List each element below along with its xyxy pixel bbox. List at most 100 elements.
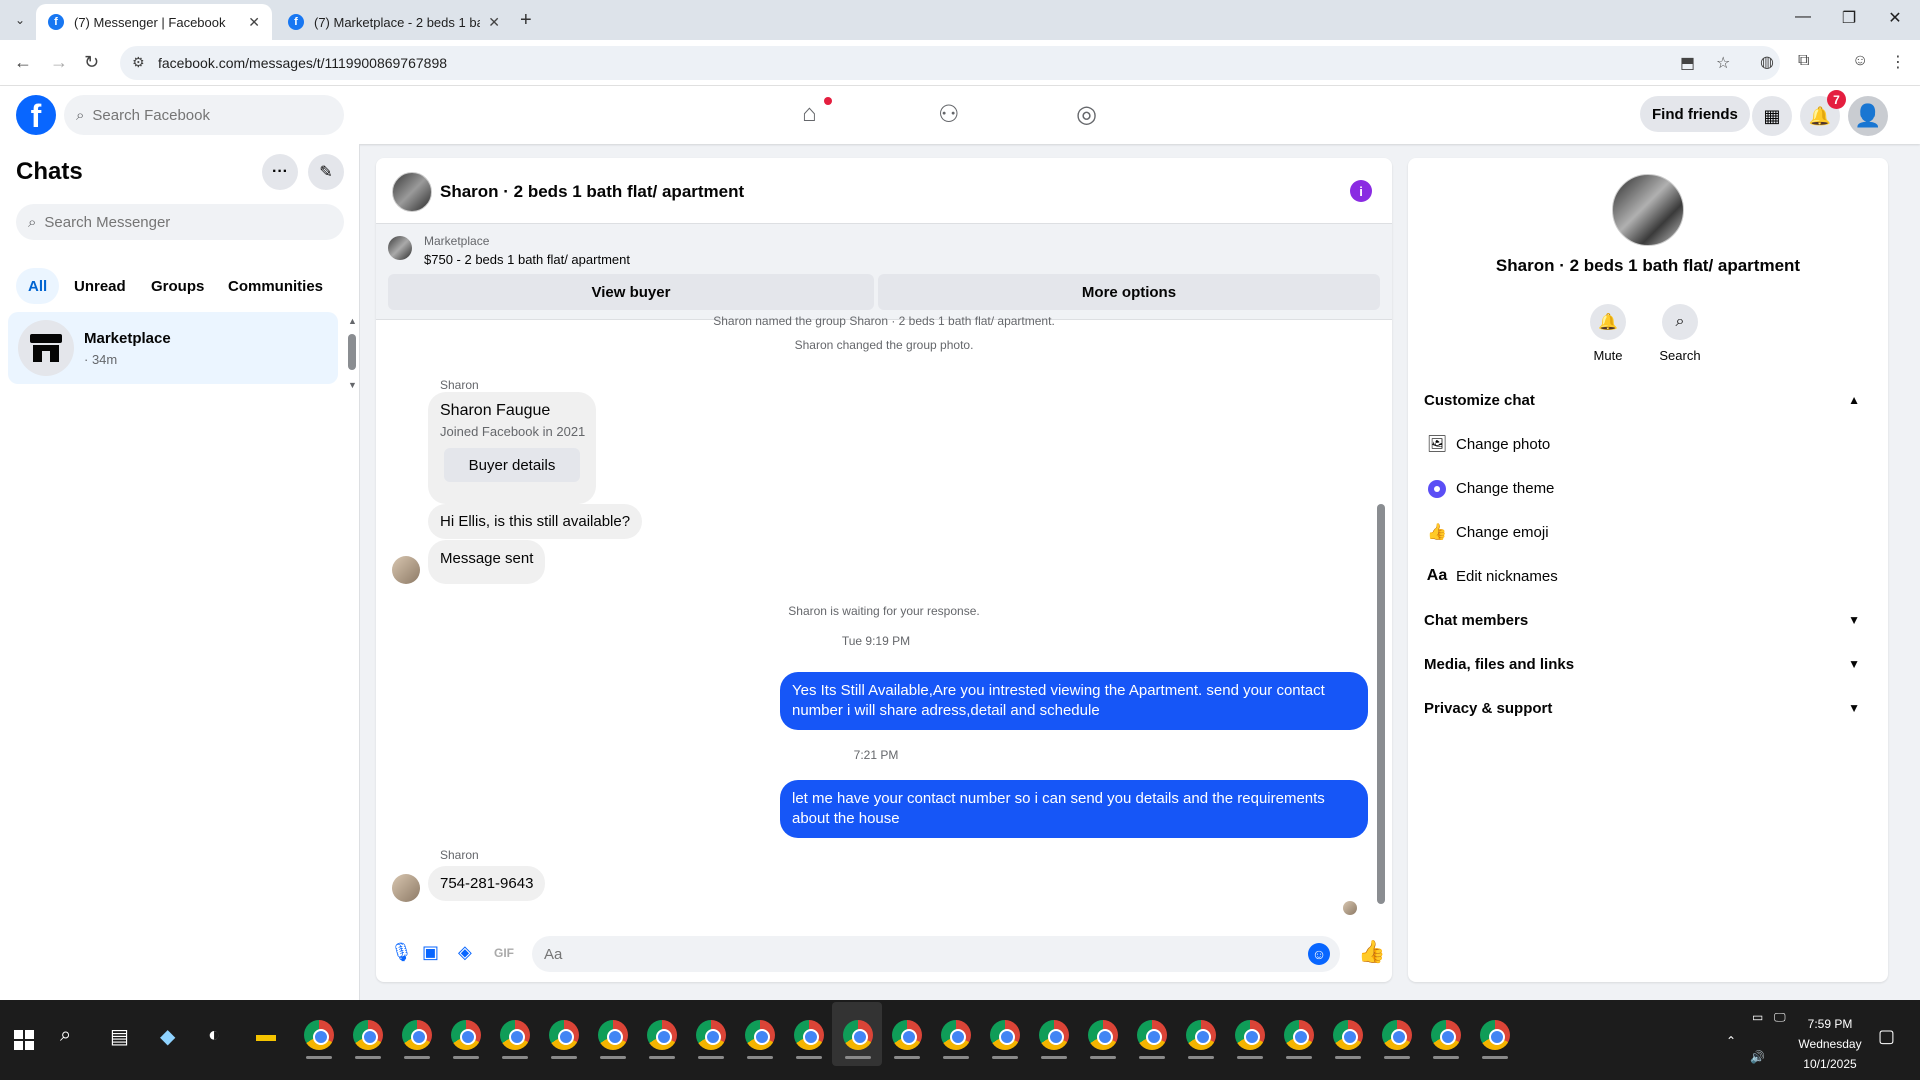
view-buyer-button[interactable]: View buyer	[388, 274, 874, 310]
account-avatar[interactable]: 👤	[1848, 96, 1888, 136]
facebook-logo[interactable]: f	[16, 95, 56, 135]
photo-icon[interactable]: ▣	[422, 942, 439, 963]
incoming-message[interactable]: 754-281-9643	[428, 866, 546, 901]
chrome-taskbar-icon[interactable]	[549, 1020, 579, 1050]
search-icon[interactable]: ⌕	[60, 1024, 71, 1047]
chrome-taskbar-icon[interactable]	[304, 1020, 334, 1050]
sender-avatar[interactable]	[392, 556, 420, 584]
sidebar-scrollbar[interactable]: ▲ ▼	[348, 316, 357, 516]
more-options-icon[interactable]: ···	[262, 154, 298, 190]
chrome-taskbar-icon[interactable]	[353, 1020, 383, 1050]
chrome-taskbar-icon[interactable]	[598, 1020, 628, 1050]
edit-nicknames-option[interactable]: Aa Edit nicknames	[1424, 558, 1872, 594]
chrome-taskbar-icon[interactable]	[1431, 1020, 1461, 1050]
groups-icon[interactable]: ◎	[1076, 100, 1097, 129]
info-icon[interactable]: i	[1350, 180, 1372, 202]
conversation-title[interactable]: Sharon · 2 beds 1 bath flat/ apartment	[440, 182, 744, 202]
change-emoji-option[interactable]: 👍 Change emoji	[1424, 514, 1872, 550]
search-action[interactable]: ⌕ Search	[1650, 304, 1710, 363]
page-scrollbar[interactable]	[1906, 92, 1918, 1000]
chrome-taskbar-icon[interactable]	[1088, 1020, 1118, 1050]
incoming-message[interactable]: Message sent	[428, 540, 546, 584]
change-theme-option[interactable]: Change theme	[1424, 470, 1872, 506]
minimize-button[interactable]: —	[1780, 8, 1826, 26]
translate-icon[interactable]: ◍	[1760, 52, 1774, 72]
messenger-search-input[interactable]	[44, 213, 325, 231]
change-photo-option[interactable]: 🖼 Change photo	[1424, 426, 1872, 462]
incoming-message[interactable]: Hi Ellis, is this still available?	[428, 504, 643, 539]
chat-members-section[interactable]: Chat members ▼	[1424, 602, 1872, 638]
outgoing-message[interactable]: let me have your contact number so i can…	[780, 780, 1368, 838]
filter-unread[interactable]: Unread	[62, 268, 138, 304]
menu-grid-icon[interactable]: ▦	[1752, 96, 1792, 136]
message-input[interactable]	[544, 945, 1284, 963]
address-bar[interactable]: ⚙ facebook.com/messages/t/11199008697678…	[120, 46, 1780, 80]
chrome-taskbar-icon[interactable]	[1284, 1020, 1314, 1050]
windows-start-icon[interactable]	[14, 1030, 34, 1050]
filter-all[interactable]: All	[16, 268, 60, 304]
buyer-details-button[interactable]: Buyer details	[444, 448, 580, 482]
restore-button[interactable]: ❐	[1826, 8, 1872, 28]
chrome-taskbar-icon[interactable]	[794, 1020, 824, 1050]
chrome-taskbar-icon[interactable]	[1186, 1020, 1216, 1050]
chrome-taskbar-icon[interactable]	[1039, 1020, 1069, 1050]
new-tab-button[interactable]: +	[520, 9, 532, 32]
group-photo[interactable]	[1612, 174, 1684, 246]
chrome-taskbar-icon[interactable]	[696, 1020, 726, 1050]
task-view-icon[interactable]: ▤	[110, 1024, 129, 1049]
chrome-taskbar-icon[interactable]	[990, 1020, 1020, 1050]
chrome-taskbar-icon[interactable]	[451, 1020, 481, 1050]
search-icon[interactable]: ⌕	[1662, 304, 1698, 340]
new-message-icon[interactable]: ✎	[308, 154, 344, 190]
scroll-thumb[interactable]	[348, 334, 356, 370]
more-options-button[interactable]: More options	[878, 274, 1380, 310]
filter-groups[interactable]: Groups	[139, 268, 216, 304]
chrome-taskbar-icon[interactable]	[402, 1020, 432, 1050]
chrome-taskbar-icon[interactable]	[1235, 1020, 1265, 1050]
home-icon[interactable]: ⌂	[802, 100, 817, 128]
app-icon[interactable]: ◆	[160, 1024, 175, 1049]
messenger-search[interactable]: ⌕	[16, 204, 344, 240]
chrome-taskbar-icon[interactable]	[941, 1020, 971, 1050]
message-input-box[interactable]: ☺	[532, 936, 1340, 972]
tab-marketplace[interactable]: f (7) Marketplace - 2 beds 1 bath ✕	[276, 4, 512, 40]
outgoing-message[interactable]: Yes Its Still Available,Are you intreste…	[780, 672, 1368, 730]
sticker-icon[interactable]: ◈	[458, 942, 472, 963]
scroll-thumb[interactable]	[1377, 504, 1385, 904]
facebook-search-input[interactable]	[92, 106, 313, 124]
scroll-down-icon[interactable]: ▼	[348, 380, 357, 390]
close-window-button[interactable]: ✕	[1872, 8, 1918, 28]
install-app-icon[interactable]: ⬒	[1680, 53, 1695, 73]
microphone-icon[interactable]: 🎙	[390, 942, 413, 963]
tab-search-chevron-icon[interactable]: ⌄	[8, 8, 32, 32]
facebook-search[interactable]: ⌕	[64, 95, 344, 135]
customize-chat-section[interactable]: Customize chat ▲	[1424, 382, 1872, 418]
gif-icon[interactable]: GIF	[494, 946, 514, 960]
find-friends-button[interactable]: Find friends	[1640, 96, 1750, 132]
sender-avatar[interactable]	[392, 874, 420, 902]
close-tab-icon[interactable]: ✕	[248, 14, 260, 31]
chrome-taskbar-icon[interactable]	[745, 1020, 775, 1050]
chrome-taskbar-icon[interactable]	[1333, 1020, 1363, 1050]
volume-icon[interactable]: 🔊	[1750, 1050, 1765, 1064]
file-explorer-icon[interactable]: ▬	[256, 1024, 276, 1047]
network-icon[interactable]: ▭	[1752, 1010, 1763, 1024]
group-avatar[interactable]	[392, 172, 432, 212]
chrome-taskbar-icon[interactable]	[843, 1020, 873, 1050]
site-info-icon[interactable]: ⚙	[132, 54, 145, 71]
chrome-taskbar-icon[interactable]	[892, 1020, 922, 1050]
chrome-taskbar-icon[interactable]	[647, 1020, 677, 1050]
paint-app-icon[interactable]: ◐	[208, 1024, 220, 1047]
thumbs-up-icon[interactable]: 👍	[1358, 939, 1385, 965]
extensions-icon[interactable]: ⧉	[1798, 52, 1809, 70]
privacy-support-section[interactable]: Privacy & support ▼	[1424, 690, 1872, 726]
browser-menu-icon[interactable]: ⋮	[1890, 52, 1906, 72]
chat-item-marketplace[interactable]: Marketplace · 34m	[8, 312, 338, 384]
tab-messenger[interactable]: f (7) Messenger | Facebook ✕	[36, 4, 272, 40]
bell-icon[interactable]: 🔔	[1590, 304, 1626, 340]
close-tab-icon[interactable]: ✕	[488, 14, 500, 31]
filter-communities[interactable]: Communities	[216, 268, 335, 304]
chrome-taskbar-icon[interactable]	[1480, 1020, 1510, 1050]
conversation-scrollbar[interactable]	[1376, 324, 1386, 914]
scroll-up-icon[interactable]: ▲	[348, 316, 357, 326]
